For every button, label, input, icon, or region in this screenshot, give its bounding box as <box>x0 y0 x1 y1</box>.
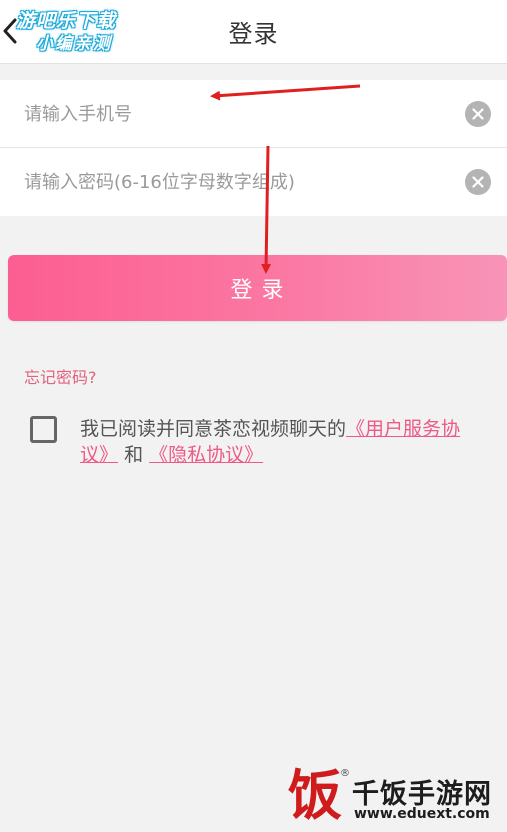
forgot-password-link[interactable]: 忘记密码? <box>24 364 97 388</box>
clear-password-button[interactable] <box>465 169 491 195</box>
privacy-policy-link[interactable]: 《隐私协议》 <box>149 444 263 466</box>
page-title: 登录 <box>228 20 279 48</box>
phone-input[interactable] <box>24 80 444 148</box>
watermark-bottom: 饭 ® 千饭手游网 www.eduext.com <box>282 762 502 828</box>
agreement-conjunction: 和 <box>124 444 144 466</box>
agreement-prefix: 我已阅读并同意茶恋视频聊天的 <box>80 418 347 440</box>
password-input[interactable] <box>24 148 444 216</box>
watermark-logo: 饭 <box>288 763 342 827</box>
clear-icon <box>472 108 484 120</box>
login-screen: 游吧乐下载 小编亲测 登录 登 录 忘记密码? 我已 <box>0 0 507 832</box>
agreement-text: 我已阅读并同意茶恋视频聊天的《用户服务协议》 和 《隐私协议》 <box>80 416 490 468</box>
clear-icon <box>472 176 484 188</box>
login-form <box>0 80 507 216</box>
watermark-url: www.eduext.com <box>354 806 490 822</box>
password-field-row <box>0 148 507 216</box>
login-button[interactable]: 登 录 <box>8 255 507 321</box>
registered-mark: ® <box>340 768 350 779</box>
clear-phone-button[interactable] <box>465 101 491 127</box>
phone-field-row <box>0 80 507 148</box>
agreement-checkbox[interactable] <box>30 416 57 443</box>
top-bar: 游吧乐下载 小编亲测 登录 <box>0 0 507 64</box>
